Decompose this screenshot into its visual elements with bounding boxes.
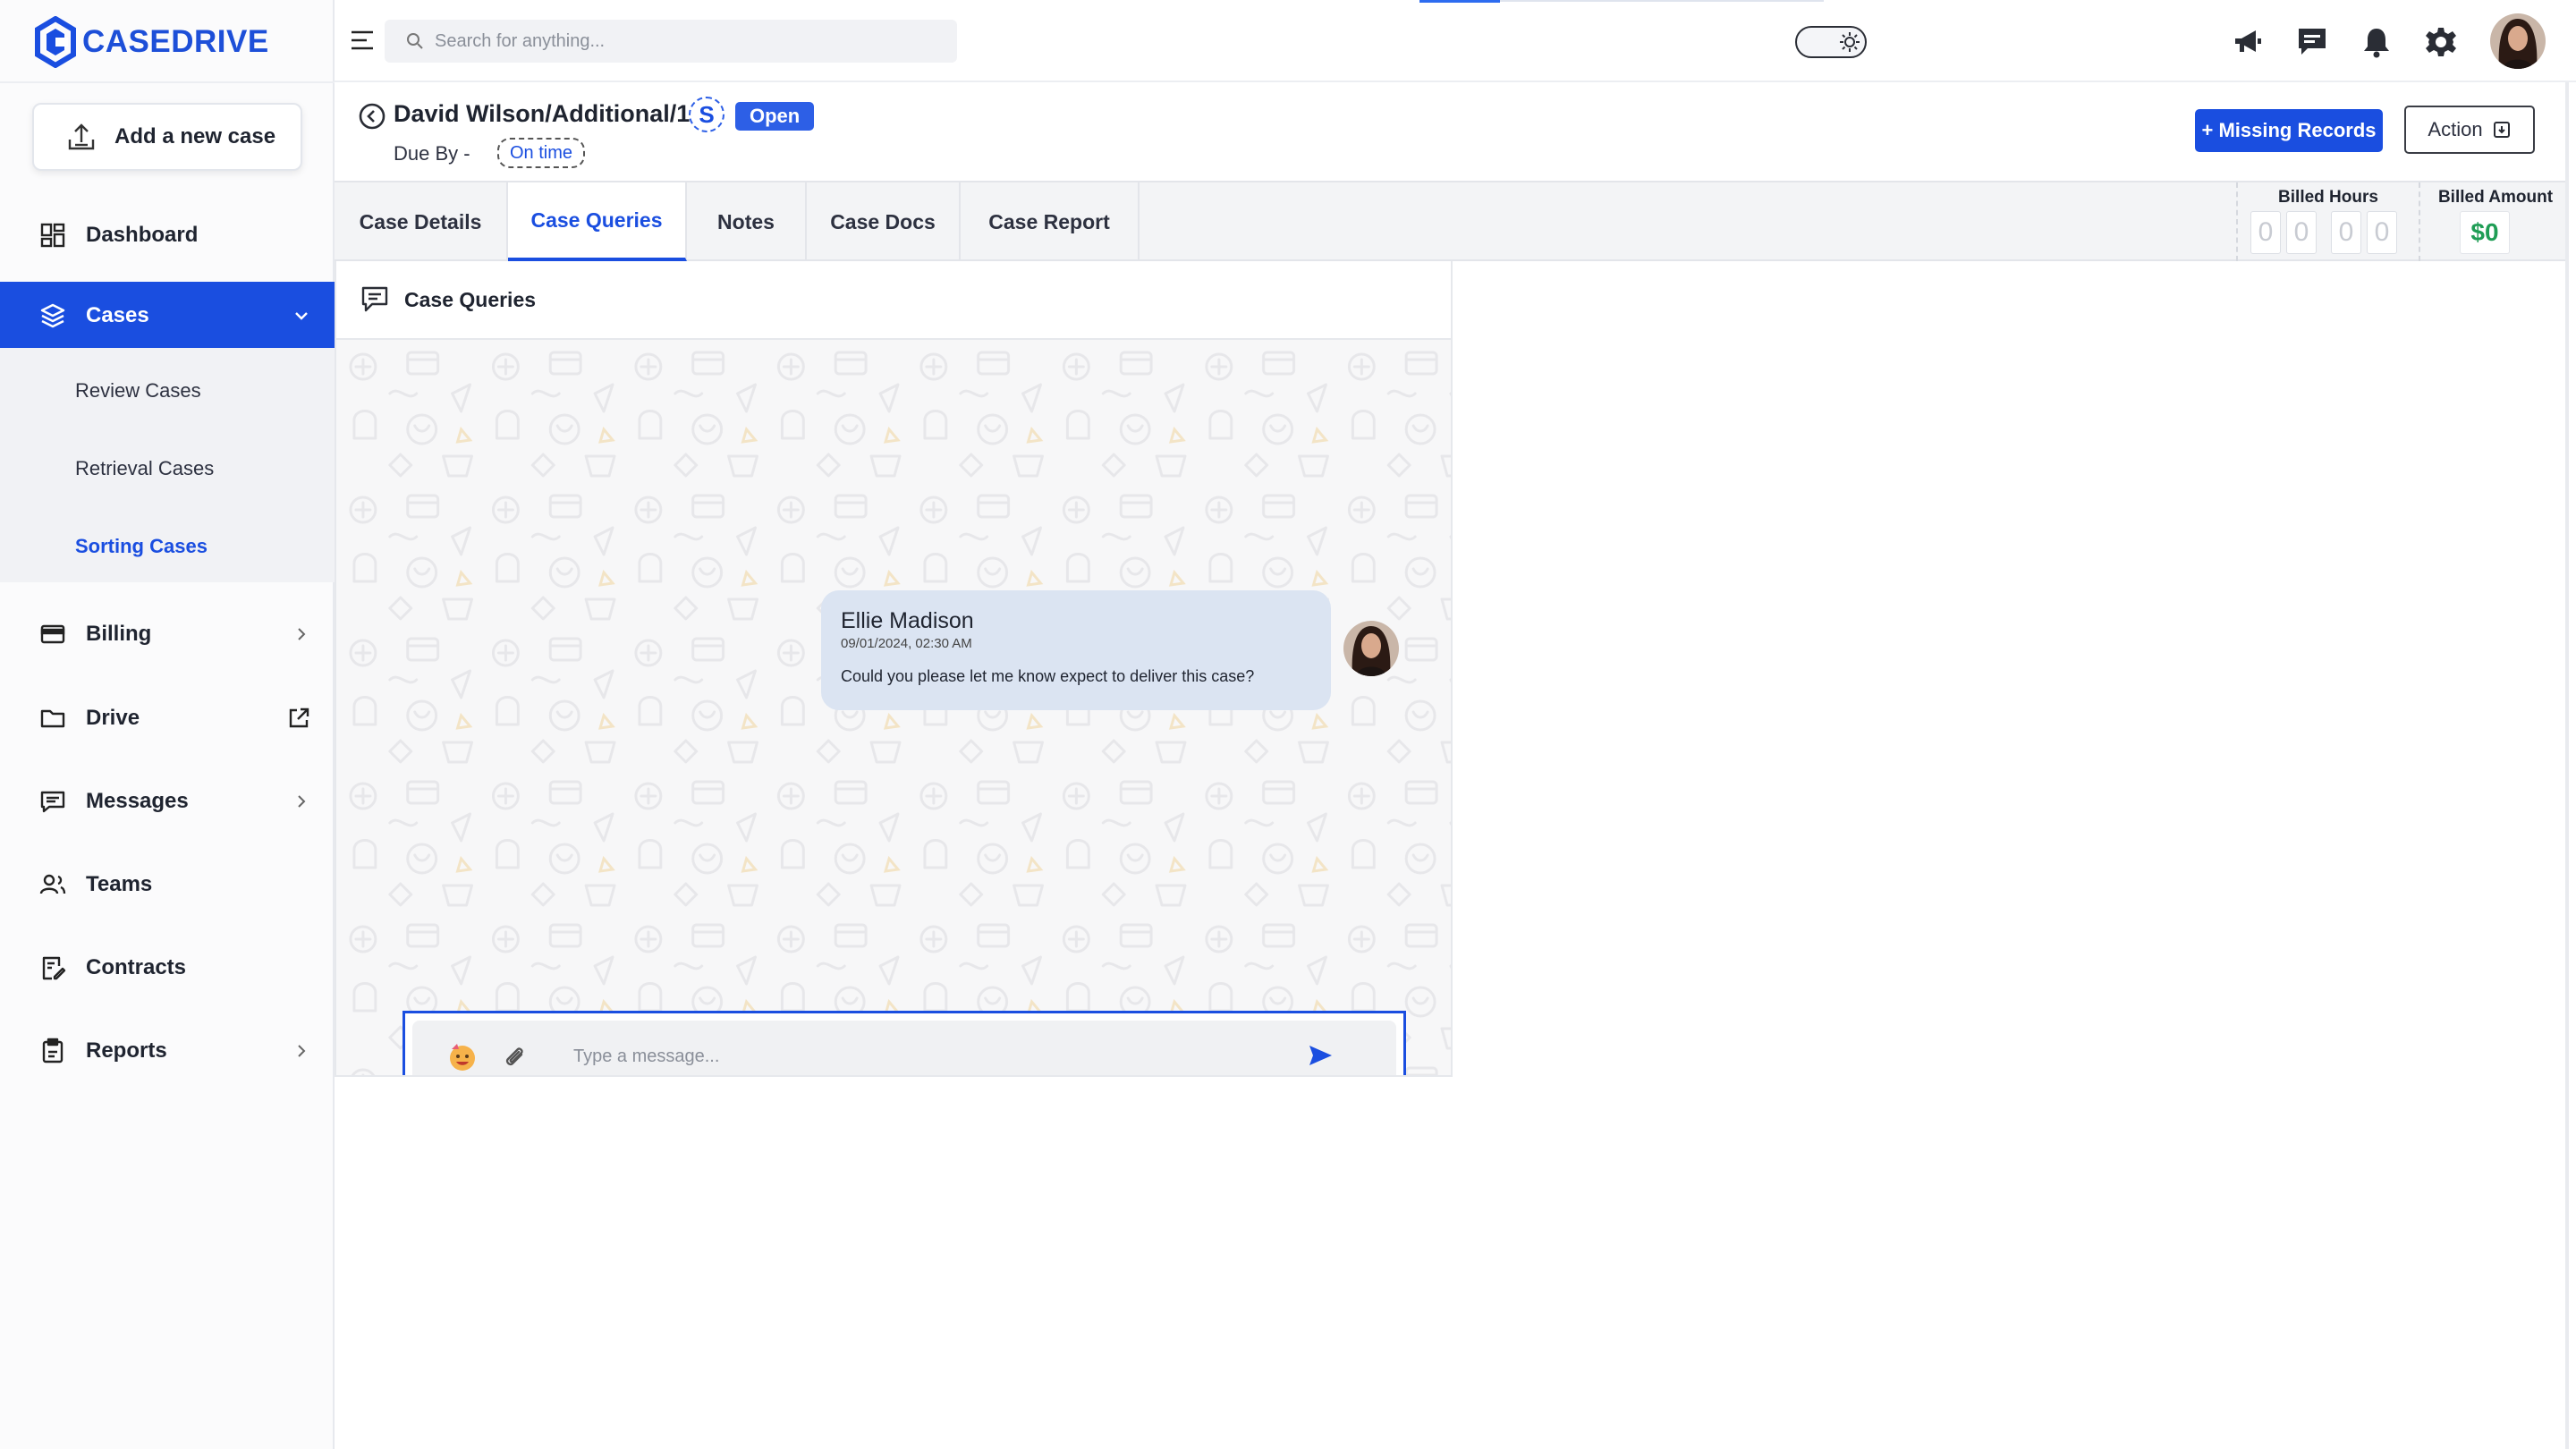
sidebar-item-label: Cases xyxy=(86,303,149,327)
billed-hours-digit: 0 xyxy=(2286,211,2317,254)
case-tabs: Case Details Case Queries Notes Case Doc… xyxy=(335,181,2569,261)
loading-track xyxy=(1500,0,1824,2)
upload-icon xyxy=(68,123,95,150)
tab-notes[interactable]: Notes xyxy=(687,182,807,261)
sidebar-item-billing[interactable]: Billing xyxy=(0,600,335,668)
missing-records-button[interactable]: + Missing Records xyxy=(2195,109,2383,152)
sidebar-item-label: Teams xyxy=(86,872,153,896)
tab-case-queries[interactable]: Case Queries xyxy=(508,182,687,261)
chat-message-bubble: Ellie Madison 09/01/2024, 02:30 AM Could… xyxy=(821,590,1331,710)
paperclip-icon[interactable] xyxy=(502,1042,529,1071)
chat-title: Case Queries xyxy=(404,287,537,311)
add-new-case-label: Add a new case xyxy=(114,124,276,148)
sidebar-item-label: Dashboard xyxy=(86,223,199,247)
billed-hours-label: Billed Hours xyxy=(2278,188,2378,207)
case-title: David Wilson/Additional/1 xyxy=(394,100,691,127)
emoji-icon[interactable] xyxy=(446,1040,479,1072)
queries-icon xyxy=(361,286,388,312)
brand-name: CASEDRIVE xyxy=(82,24,269,59)
casedrive-logo-icon xyxy=(35,16,76,68)
layers-icon xyxy=(40,303,65,328)
theme-toggle[interactable] xyxy=(1795,26,1867,58)
submenu-item-review-cases[interactable]: Review Cases xyxy=(75,379,201,402)
sidebar-item-label: Reports xyxy=(86,1038,167,1063)
folder-icon xyxy=(40,709,65,728)
sender-avatar xyxy=(1343,621,1399,676)
sidebar: CASEDRIVE Add a new case Dashboard Cases… xyxy=(0,0,335,1449)
billed-hours-digit: 0 xyxy=(2367,211,2397,254)
message-text: Could you please let me know expect to d… xyxy=(841,667,1255,685)
chevron-right-icon xyxy=(298,1045,306,1057)
action-button-label: Action xyxy=(2428,118,2483,140)
sidebar-item-teams[interactable]: Teams xyxy=(0,851,335,919)
due-by-label: Due By - xyxy=(394,142,470,165)
brand-logo[interactable]: CASEDRIVE xyxy=(34,16,269,68)
user-avatar-image xyxy=(2490,13,2546,69)
chat-header: Case Queries xyxy=(336,261,1451,340)
message-composer xyxy=(402,1011,1406,1075)
search-icon xyxy=(407,33,423,49)
chevron-right-icon xyxy=(298,795,306,808)
chat-messages-area: Ellie Madison 09/01/2024, 02:30 AM Could… xyxy=(336,340,1451,1075)
sidebar-item-messages[interactable]: Messages xyxy=(0,767,335,835)
back-arrow-icon[interactable] xyxy=(358,102,386,131)
billed-hours-digit: 0 xyxy=(2250,211,2281,254)
search-input[interactable] xyxy=(435,30,936,52)
sidebar-item-label: Billing xyxy=(86,622,152,646)
bell-icon[interactable] xyxy=(2360,25,2394,59)
loading-progress xyxy=(1419,0,1500,3)
chat-icon[interactable] xyxy=(2295,25,2329,59)
s-badge: S xyxy=(689,97,724,132)
dashboard-icon xyxy=(40,223,65,248)
submenu-item-sorting-cases[interactable]: Sorting Cases xyxy=(75,535,208,558)
message-timestamp: 09/01/2024, 02:30 AM xyxy=(841,636,972,651)
action-export-icon xyxy=(2493,122,2510,138)
add-new-case-button[interactable]: Add a new case xyxy=(32,103,302,171)
megaphone-icon[interactable] xyxy=(2231,25,2265,59)
billed-hours-digit: 0 xyxy=(2331,211,2361,254)
sender-avatar-image xyxy=(1343,621,1399,676)
message-icon xyxy=(40,791,65,813)
case-queries-panel: Case Queries Ellie Madison 09/01/2024, 0… xyxy=(335,261,1453,1077)
sidebar-item-label: Contracts xyxy=(86,955,187,979)
due-status-badge: On time xyxy=(497,138,586,168)
composer-field xyxy=(412,1021,1396,1075)
sidebar-item-label: Messages xyxy=(86,789,189,813)
credit-card-icon xyxy=(40,624,65,644)
contract-icon xyxy=(42,956,66,980)
action-button[interactable]: Action xyxy=(2404,106,2535,154)
sidebar-item-reports[interactable]: Reports xyxy=(0,1017,335,1085)
sidebar-item-dashboard[interactable]: Dashboard xyxy=(0,201,335,269)
sidebar-item-cases[interactable]: Cases xyxy=(0,282,335,350)
tab-case-details[interactable]: Case Details xyxy=(335,182,508,261)
sidebar-item-contracts[interactable]: Contracts xyxy=(0,934,335,1002)
message-sender: Ellie Madison xyxy=(841,608,974,633)
search-bar[interactable] xyxy=(385,20,957,63)
users-icon xyxy=(39,874,66,894)
sidebar-item-drive[interactable]: Drive xyxy=(0,684,335,752)
billed-amount-value: $0 xyxy=(2460,211,2510,254)
sun-icon xyxy=(1840,32,1860,52)
sidebar-item-label: Drive xyxy=(86,706,140,730)
case-header: David Wilson/Additional/1 S Open Due By … xyxy=(335,82,2576,181)
user-avatar[interactable] xyxy=(2490,13,2546,69)
external-link-icon[interactable] xyxy=(286,706,311,731)
tab-case-report[interactable]: Case Report xyxy=(961,182,1140,261)
hamburger-menu-icon[interactable] xyxy=(349,29,376,52)
billed-amount: Billed Amount $0 xyxy=(2419,182,2571,261)
divider xyxy=(0,81,335,83)
tab-case-docs[interactable]: Case Docs xyxy=(807,182,961,261)
billed-amount-label: Billed Amount xyxy=(2437,188,2554,207)
page-scrollbar[interactable] xyxy=(2565,82,2569,1449)
settings-gear-icon[interactable] xyxy=(2424,25,2458,59)
send-icon[interactable] xyxy=(1307,1042,1334,1069)
cases-submenu: Review Cases Retrieval Cases Sorting Cas… xyxy=(0,348,335,582)
billed-hours: Billed Hours 0 0 0 0 xyxy=(2236,182,2419,261)
clipboard-icon xyxy=(42,1038,64,1063)
submenu-item-retrieval-cases[interactable]: Retrieval Cases xyxy=(75,457,214,480)
message-input[interactable] xyxy=(573,1037,1271,1075)
chevron-right-icon xyxy=(298,628,306,640)
status-badge: Open xyxy=(735,102,815,131)
chevron-down-icon xyxy=(295,312,308,320)
